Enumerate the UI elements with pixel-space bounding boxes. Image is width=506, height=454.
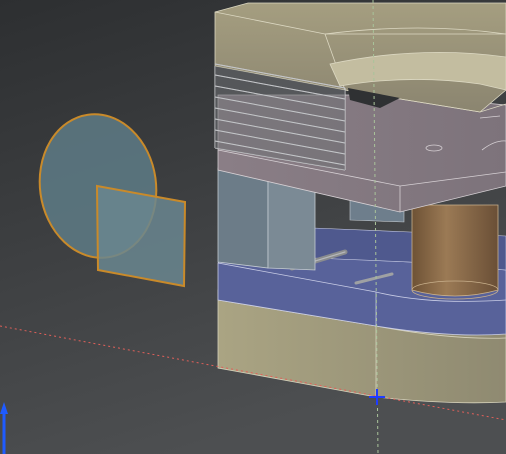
cad-3d-viewport[interactable] (0, 0, 506, 454)
selected-sketch-square[interactable] (95, 184, 187, 288)
bronze-cylinder[interactable] (411, 204, 499, 300)
viewport-canvas[interactable] (0, 0, 506, 454)
